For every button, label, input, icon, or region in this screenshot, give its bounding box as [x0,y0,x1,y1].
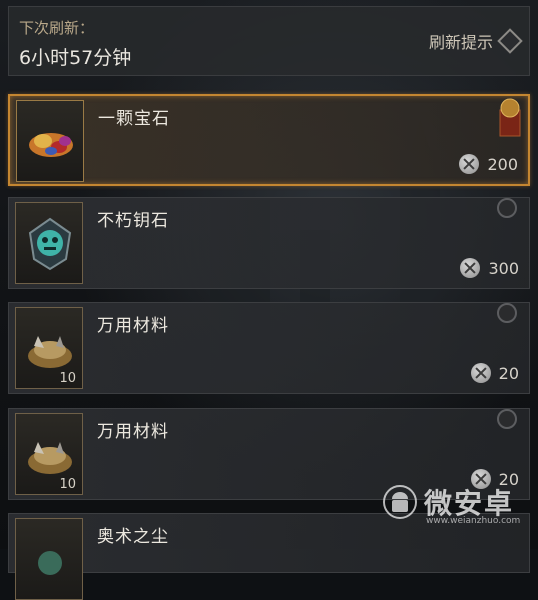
price-value: 300 [488,258,519,278]
android-logo-icon [383,485,417,519]
keystone-icon [28,217,72,271]
item-quantity: 10 [59,477,76,492]
material-icon [28,442,72,474]
price-value: 20 [498,363,519,383]
material-icon [28,336,72,368]
watermark: 微安卓 www.weianzhuo.com [382,482,520,526]
item-price: 200 [459,154,518,174]
item-name: 一颗宝石 [98,109,170,129]
item-name: 不朽钥石 [97,211,169,231]
item-icon-frame: 10 [15,307,83,389]
arcane-dust-icon [38,551,62,575]
refresh-header: 下次刷新： 6小时57分钟 刷新提示 [8,6,530,76]
item-price: 300 [460,258,519,278]
item-name: 万用材料 [97,422,169,442]
refresh-countdown: 6小时57分钟 [19,47,132,69]
item-quantity: 10 [59,371,76,386]
silver-coin-icon [470,363,491,383]
refresh-reminder-toggle[interactable]: 刷新提示 [428,28,523,54]
bookmark-badge-icon [499,98,521,137]
diamond-checkbox-icon[interactable] [497,28,523,54]
corner-ring-icon [497,198,517,218]
refresh-reminder-label: 刷新提示 [428,33,493,52]
item-icon-frame [15,518,83,600]
price-value: 200 [487,154,518,174]
corner-ring-icon [497,303,517,323]
item-name: 奥术之尘 [97,527,169,547]
shop-item-row[interactable]: 一颗宝石 200 [8,94,530,186]
next-refresh-label: 下次刷新： [19,19,95,37]
watermark-url: www.weianzhuo.com [426,516,521,526]
item-icon-frame: 10 [15,413,83,495]
item-icon-frame [16,100,84,182]
item-icon-frame [15,202,83,284]
item-name: 万用材料 [97,316,169,336]
silver-coin-icon [459,154,480,174]
gem-icon [29,133,73,157]
shop-item-row[interactable]: 不朽钥石 300 [8,197,530,289]
silver-coin-icon [460,258,481,278]
shop-item-row[interactable]: 10 万用材料 20 [8,302,530,394]
corner-ring-icon [497,409,517,429]
item-price: 20 [470,363,519,383]
